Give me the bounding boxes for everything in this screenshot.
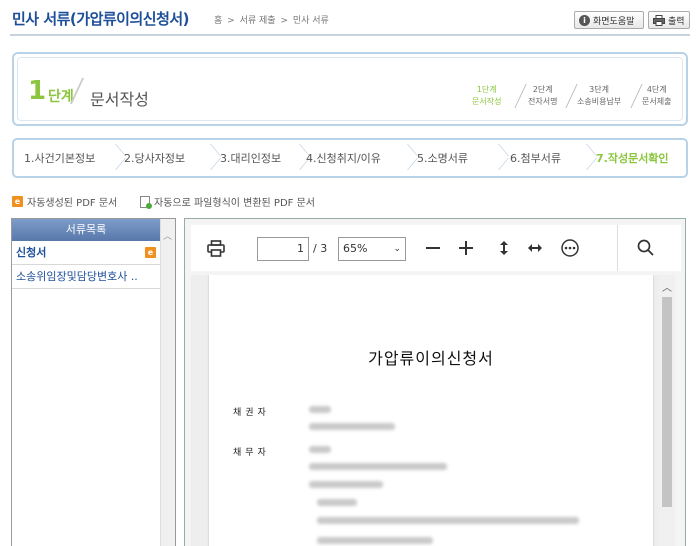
redacted-text [309,406,331,413]
document-list-header: 서류목록 [12,219,160,241]
info-icon: i [579,14,590,26]
section-tabs: 1.사건기본정보 2.당사자정보 3.대리인정보 4.신청취지/이유 5.소명서… [12,138,688,178]
redacted-text [309,423,395,430]
mini-step-3: 3단계 소송비용납부 [577,84,621,108]
redacted-text [317,499,357,506]
mini-step-label: 2단계 [532,85,553,94]
zoom-in-icon[interactable] [459,241,473,255]
list-item[interactable]: 소송위임장및담당변호사 .. [12,265,160,289]
mini-step-sub: 소송비용납부 [577,97,622,106]
header-divider [10,34,690,36]
pdf-scrollbar[interactable]: ︿ [659,275,675,546]
document-list-scrollbar[interactable]: ︿ [160,219,175,546]
document-title: 가압류이의신청서 [368,349,494,368]
printer-icon [653,14,665,26]
tab-separator [108,144,118,172]
breadcrumb: 홈 > 서류 제출 > 민사 서류 [214,13,331,26]
redacted-text [309,446,331,453]
print-button[interactable]: 출력 [648,11,690,29]
zoom-select[interactable]: 65% ⌄ [338,237,406,261]
pdf-icon: e [145,247,156,258]
creditor-label: 채권자 [233,408,270,418]
list-item-label: 소송위임장및담당변호사 .. [16,270,138,283]
mini-step-label: 3단계 [589,85,609,94]
page-title: 민사 서류(가압류이의신청서) [12,10,190,28]
tab-separator [491,144,501,172]
tab-claim-reason[interactable]: 4.신청취지/이유 [306,150,381,166]
debtor-label: 채무자 [233,448,270,458]
print-button-label: 출력 [668,16,685,27]
converted-doc-icon [140,195,152,209]
breadcrumb-home[interactable]: 홈 [214,16,222,26]
mini-step-4: 4단계 문서제출 [642,84,671,108]
tab-separator [203,144,213,172]
tab-separator [400,144,410,172]
chevron-up-icon[interactable]: ︿ [163,229,172,242]
legend-converted-pdf: 자동으로 파일형식이 변환된 PDF 문서 [140,194,315,209]
help-button[interactable]: i 화면도움말 [574,11,644,29]
breadcrumb-submit[interactable]: 서류 제출 [240,16,276,26]
search-icon[interactable] [637,239,654,256]
breadcrumb-civil[interactable]: 민사 서류 [293,16,329,26]
redacted-text [309,463,447,470]
mini-step-label: 4단계 [646,85,667,94]
pdf-viewer: 1 / 3 65% ⌄ 가압류이의신청서 채권자 채무자 ︿ [184,218,686,546]
tab-evidence[interactable]: 5.소명서류 [417,150,468,166]
list-item-label: 신청서 [16,246,47,259]
mini-step-1: 1단계 문서작성 [472,84,501,108]
legend-converted-pdf-label: 자동으로 파일형식이 변환된 PDF 문서 [154,198,315,209]
redacted-text [317,517,579,524]
redacted-text [309,481,383,488]
pdf-page: 가압류이의신청서 채권자 채무자 [209,275,653,546]
page-total: / 3 [313,242,328,255]
legend-auto-pdf: e 자동생성된 PDF 문서 [12,194,117,209]
tab-agent-info[interactable]: 3.대리인정보 [220,150,281,166]
tab-party-info[interactable]: 2.당사자정보 [124,150,185,166]
chevron-down-icon: ⌄ [393,244,401,254]
pdf-toolbar: 1 / 3 65% ⌄ [191,225,681,271]
mini-step-sub: 문서제출 [642,97,672,106]
step-number: 1 [28,76,47,106]
page-header: 민사 서류(가압류이의신청서) 홈 > 서류 제출 > 민사 서류 i 화면도움… [0,0,700,36]
tab-review[interactable]: 7.작성문서확인 [596,150,669,166]
help-button-label: 화면도움말 [593,16,635,27]
page-number-input[interactable]: 1 [257,237,309,261]
mini-step-sub: 문서작성 [472,97,502,106]
printer-icon[interactable] [207,240,225,257]
fit-height-icon[interactable] [500,241,508,255]
list-item[interactable]: 신청서 e [12,241,160,265]
breadcrumb-separator: > [227,16,235,26]
scrollbar-thumb[interactable] [662,297,672,507]
fit-width-icon[interactable] [528,244,542,252]
tab-attachments[interactable]: 6.첨부서류 [510,150,561,166]
more-options-icon[interactable] [561,239,579,257]
chevron-up-icon[interactable]: ︿ [662,279,672,294]
tab-separator [579,144,589,172]
mini-step-label: 1단계 [476,85,497,94]
zoom-out-icon[interactable] [426,247,440,249]
zoom-value: 65% [343,242,368,255]
legend-auto-pdf-label: 자동생성된 PDF 문서 [27,198,118,209]
document-list-panel: 서류목록 신청서 e 소송위임장및담당변호사 .. ︿ [11,218,176,546]
toolbar-divider [617,225,618,271]
mini-step-sub: 전자서명 [528,97,558,106]
step-title: 문서작성 [90,90,149,109]
breadcrumb-separator: > [280,16,288,26]
pdf-page-area[interactable]: 가압류이의신청서 채권자 채무자 [191,275,669,546]
tab-separator [292,144,302,172]
mini-step-2: 2단계 전자서명 [528,84,557,108]
tab-case-info[interactable]: 1.사건기본정보 [24,150,95,166]
pdf-icon: e [12,196,23,207]
step-panel: 1 단계 문서작성 1단계 문서작성 2단계 전자서명 3단계 소송비용납부 4… [12,52,688,126]
redacted-text [317,537,433,544]
